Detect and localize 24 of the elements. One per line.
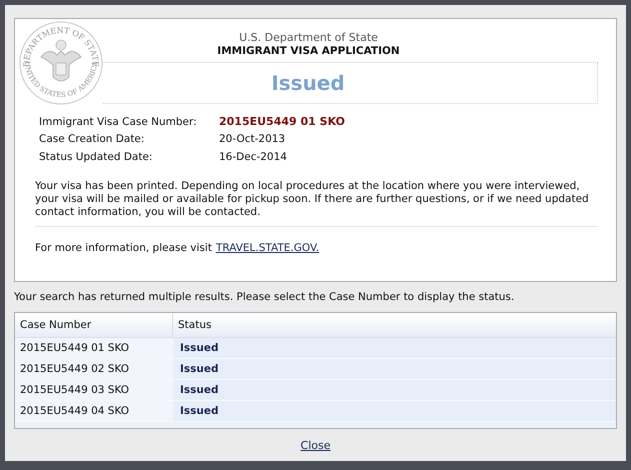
status-cell: Issued <box>173 338 616 358</box>
status-title: Issued <box>271 71 345 95</box>
status-cell: Issued <box>173 401 616 421</box>
close-link[interactable]: Close <box>300 439 330 452</box>
case-number-cell[interactable]: 2015EU5449 03 SKO <box>15 380 173 400</box>
column-header: Status <box>177 318 212 333</box>
case-number-cell[interactable]: 2015EU5449 02 SKO <box>15 359 173 379</box>
application-title: IMMIGRANT VISA APPLICATION <box>217 45 400 57</box>
status-message: Your visa has been printed. Depending on local procedures at the location where you were interviewed, your visa will be mailed or available for pickup soon. If there are further questions, or if we need updated contact information, you will be contacted. <box>35 180 590 218</box>
status-cell: Issued <box>173 380 616 400</box>
detail-value: 16-Dec-2014 <box>219 150 287 163</box>
case-number-cell[interactable]: 2015EU5449 04 SKO <box>15 401 173 421</box>
case-number-cell[interactable]: 2015EU5449 01 SKO <box>15 338 173 358</box>
detail-value: 20-Oct-2013 <box>219 133 286 146</box>
column-header: Case Number <box>15 313 173 337</box>
department-name: U.S. Department of State <box>239 31 378 44</box>
more-info-text: For more information, please visit <box>35 242 212 254</box>
results-note: Your search has returned multiple results. Please select the Case Number to display the status. <box>14 291 516 303</box>
detail-label: Immigrant Visa Case Number: <box>39 116 198 128</box>
detail-value: 2015EU5449 01 SKO <box>219 115 345 128</box>
detail-label: Status Updated Date: <box>39 150 154 163</box>
detail-label: Case Creation Date: <box>39 133 146 146</box>
status-cell: Issued <box>173 359 616 379</box>
travel-link[interactable]: TRAVEL.STATE.GOV. <box>216 242 320 254</box>
